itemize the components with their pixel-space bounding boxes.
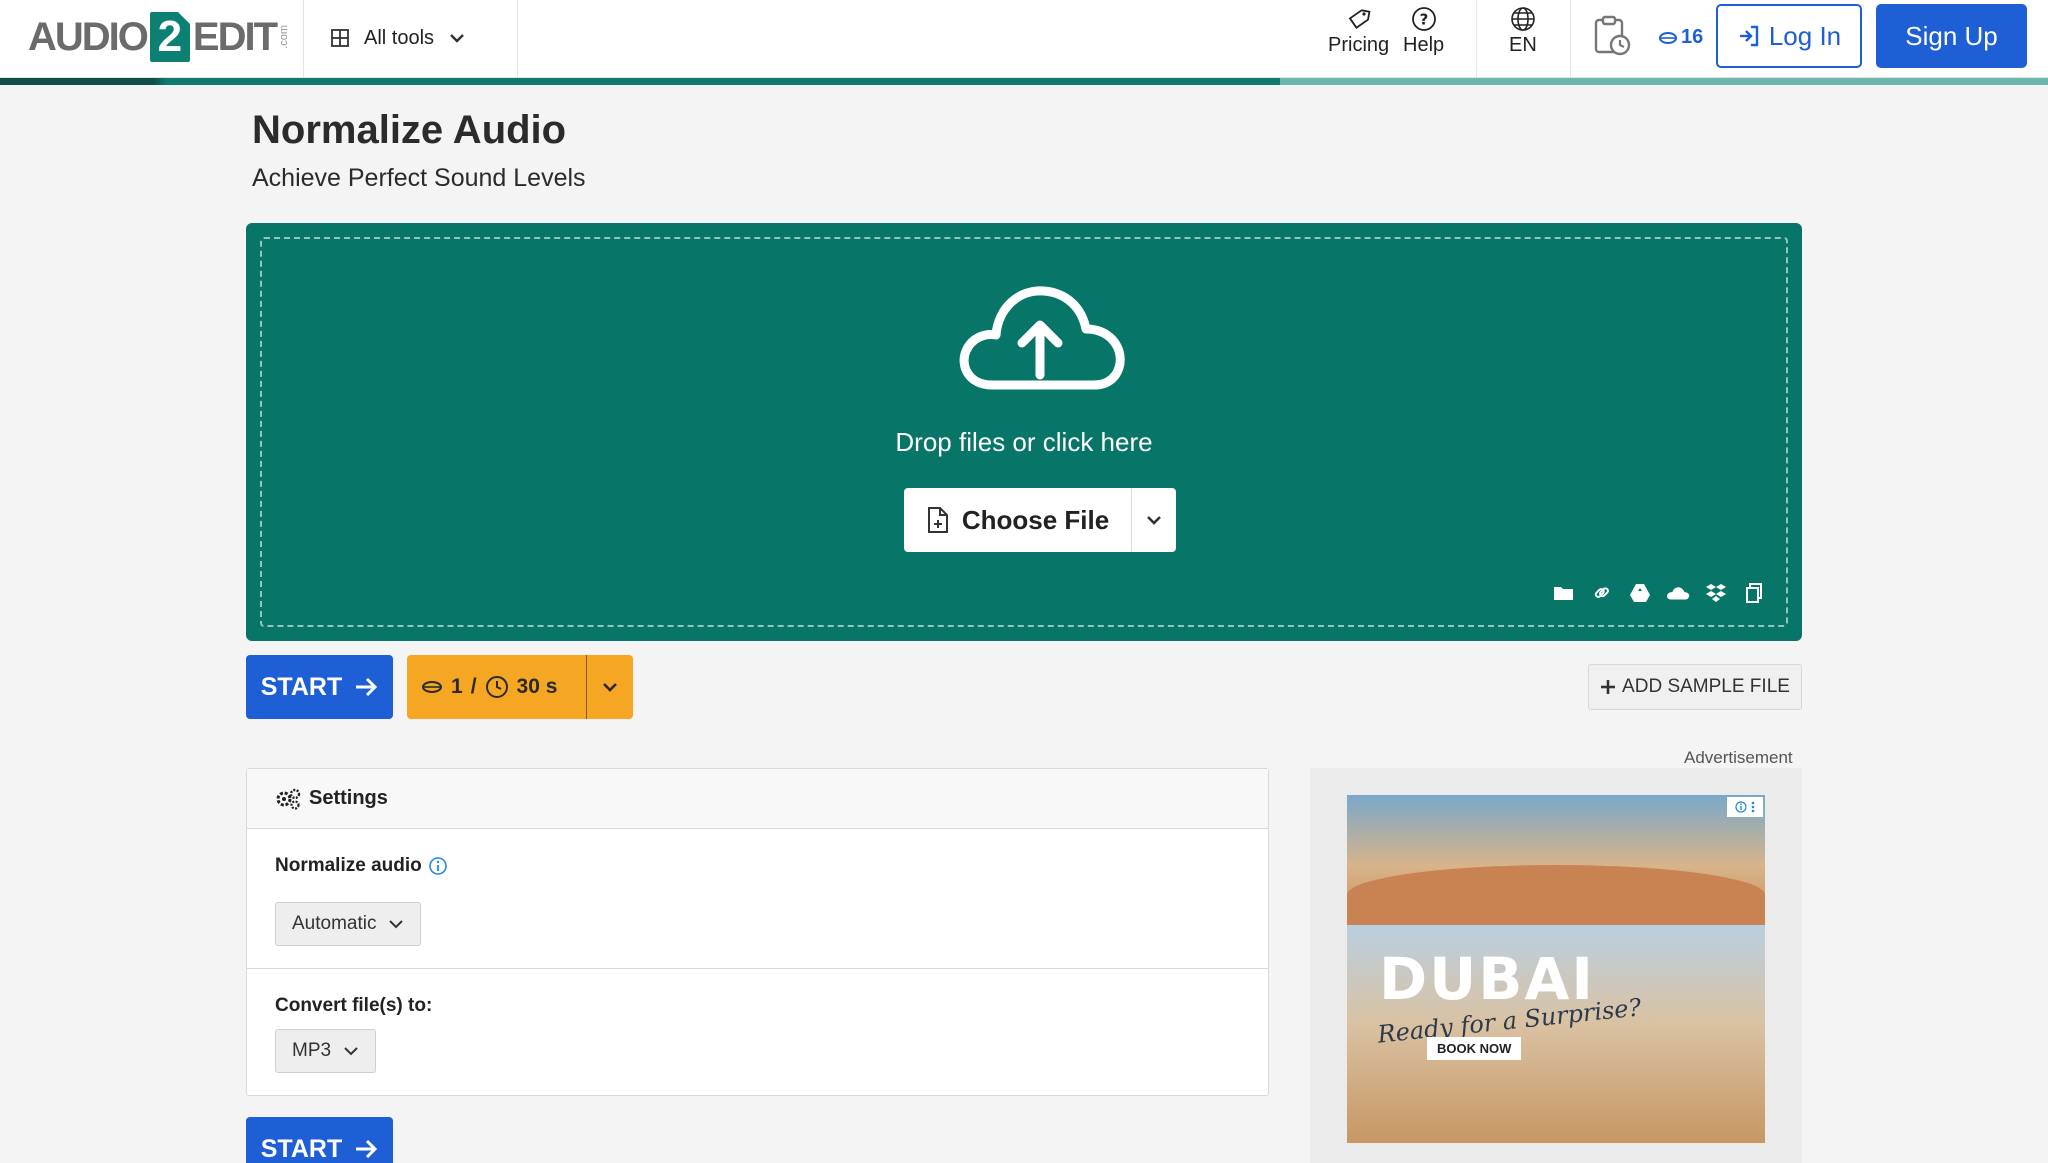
cost-dropdown[interactable] <box>587 678 633 696</box>
all-tools-menu[interactable]: All tools <box>330 18 466 58</box>
pricing-label: Pricing <box>1328 34 1390 56</box>
arrow-right-icon <box>356 677 378 697</box>
page-title: Normalize Audio <box>252 108 567 152</box>
ad-book-now[interactable]: BOOK NOW <box>1427 1037 1522 1060</box>
ad-image-dune <box>1347 865 1765 925</box>
clipboard-paste-icon[interactable] <box>1742 581 1766 605</box>
add-sample-file-button[interactable]: ADD SAMPLE FILE <box>1588 664 1802 710</box>
login-label: Log In <box>1768 20 1842 51</box>
start-button[interactable]: START <box>246 655 393 719</box>
chevron-down-icon <box>450 34 464 43</box>
normalize-mode-value: Automatic <box>292 913 377 934</box>
convert-format-text: Convert file(s) to: <box>275 995 433 1016</box>
cost-indicator[interactable]: 1 / 30 s <box>407 655 633 719</box>
choose-file-button-group[interactable]: Choose File <box>904 488 1176 552</box>
output-format-select[interactable]: MP3 <box>275 1029 377 1073</box>
tag-icon <box>1348 9 1371 29</box>
site-logo[interactable]: AUDIO 2 EDIT .com <box>28 10 290 64</box>
gears-icon <box>276 788 301 810</box>
help-label: Help <box>1403 34 1445 56</box>
ad-banner[interactable]: DUBAI Ready for a Surprise? BOOK NOW <box>1347 795 1765 1143</box>
dropzone-text: Drop files or click here <box>895 427 1153 457</box>
output-format-value: MP3 <box>292 1040 332 1061</box>
login-icon <box>1739 25 1759 47</box>
svg-text:?: ? <box>1419 11 1428 29</box>
normalize-mode-select[interactable]: Automatic <box>275 902 422 946</box>
ad-choices-icon[interactable] <box>1727 797 1763 817</box>
all-tools-label: All tools <box>364 26 435 49</box>
language-selector[interactable]: EN <box>1509 6 1537 57</box>
start-label: START <box>260 672 343 701</box>
choose-file-dropdown[interactable] <box>1132 488 1176 552</box>
google-drive-icon[interactable] <box>1628 581 1652 605</box>
dropbox-icon[interactable] <box>1704 581 1728 605</box>
header-accent-fill <box>0 78 1280 85</box>
arrow-right-icon <box>356 1139 378 1159</box>
advertisement-box: DUBAI Ready for a Surprise? BOOK NOW <box>1310 768 1802 1163</box>
choose-file-button[interactable]: Choose File <box>904 488 1132 552</box>
dropzone-border: Drop files or click here Choose File <box>260 237 1788 627</box>
more-vertical-icon <box>1751 801 1755 813</box>
convert-format-label: Convert file(s) to: <box>275 995 432 1017</box>
history-button[interactable] <box>1590 14 1634 60</box>
onedrive-icon[interactable] <box>1666 581 1690 605</box>
header-accent-fill-light <box>1280 78 2048 85</box>
coin-icon <box>422 681 442 693</box>
coin-icon <box>1659 31 1677 44</box>
start-button-bottom[interactable]: START <box>246 1117 393 1163</box>
logo-text-edit: EDIT <box>192 14 278 59</box>
file-dropzone[interactable]: Drop files or click here Choose File <box>246 223 1802 641</box>
page-subtitle: Achieve Perfect Sound Levels <box>252 164 586 192</box>
header-accent-bar <box>0 78 2048 85</box>
header-divider <box>1570 0 1571 78</box>
chevron-down-icon <box>344 1047 358 1056</box>
pricing-link[interactable]: Pricing <box>1328 6 1389 57</box>
info-icon[interactable] <box>428 856 448 876</box>
advertisement-label: Advertisement <box>1684 748 1793 767</box>
link-icon[interactable] <box>1590 581 1614 605</box>
add-sample-label: ADD SAMPLE FILE <box>1622 676 1790 697</box>
cloud-upload-icon <box>959 286 1125 390</box>
normalize-audio-label: Normalize audio <box>275 855 448 877</box>
clipboard-clock-icon <box>1594 15 1631 56</box>
cost-separator: / <box>470 675 477 698</box>
cost-summary: 1 / 30 s <box>407 655 587 719</box>
settings-divider <box>247 968 1268 969</box>
settings-header: Settings <box>247 769 1268 829</box>
chevron-down-icon <box>603 683 617 692</box>
chevron-down-icon <box>389 920 404 929</box>
header-divider <box>303 0 304 78</box>
plus-icon <box>1601 680 1616 694</box>
header-divider <box>1476 0 1477 78</box>
normalize-audio-text: Normalize audio <box>275 855 422 876</box>
globe-icon <box>1511 7 1535 31</box>
top-header: AUDIO 2 EDIT .com All tools Pricing ? He… <box>0 0 2048 78</box>
credits-counter[interactable]: 16 <box>1658 26 1703 49</box>
logo-text-audio: AUDIO <box>28 14 149 59</box>
header-divider <box>517 0 518 78</box>
signup-button[interactable]: Sign Up <box>1876 4 2027 68</box>
chevron-down-icon <box>1147 516 1161 525</box>
signup-label: Sign Up <box>1905 20 1998 51</box>
help-link[interactable]: ? Help <box>1403 6 1444 57</box>
settings-title: Settings <box>309 787 388 809</box>
upload-source-icons <box>1552 581 1766 605</box>
folder-icon[interactable] <box>1552 581 1576 605</box>
logo-suffix: .com <box>278 25 291 49</box>
settings-panel: Settings Normalize audio Automatic Conve… <box>246 768 1269 1096</box>
cost-time: 30 s <box>516 675 558 698</box>
file-add-icon <box>927 507 948 533</box>
info-icon <box>1735 801 1747 813</box>
choose-file-label: Choose File <box>961 504 1110 535</box>
language-label: EN <box>1509 34 1537 56</box>
grid-icon <box>331 29 349 47</box>
clock-icon <box>485 676 508 698</box>
login-button[interactable]: Log In <box>1716 4 1862 68</box>
logo-text-two: 2 <box>149 12 190 62</box>
cost-credits: 1 <box>451 675 463 698</box>
credits-value: 16 <box>1681 26 1704 48</box>
start-label: START <box>260 1134 343 1163</box>
help-icon: ? <box>1411 7 1436 31</box>
